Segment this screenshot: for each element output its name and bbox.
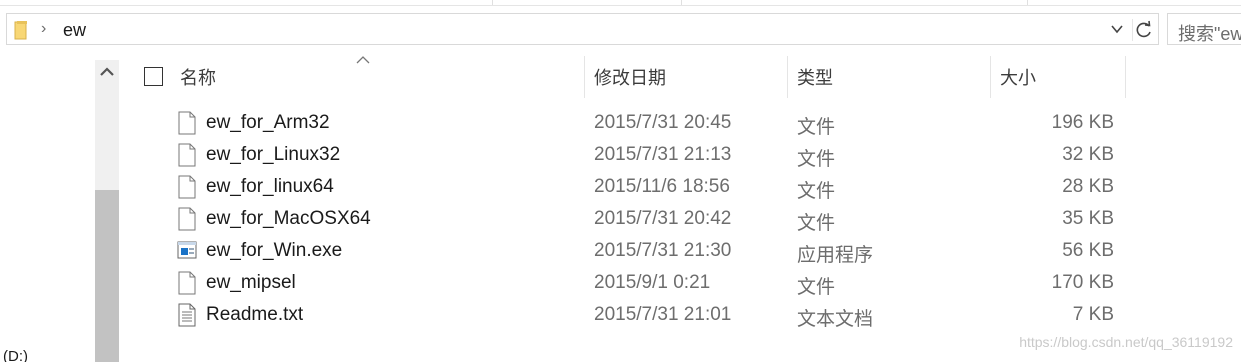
scrollbar-thumb[interactable] [95,190,119,362]
select-all-checkbox[interactable] [144,67,163,86]
file-name: ew_for_Arm32 [206,112,330,133]
file-size: 28 KB [1062,176,1114,197]
sort-ascending-icon [356,56,370,64]
refresh-button[interactable] [1132,19,1154,41]
file-row[interactable]: ew_for_Arm32 2015/7/31 20:45 文件 196 KB [120,107,1241,139]
blank-file-icon [177,175,197,199]
ribbon-bottom-edge [0,0,1241,6]
file-row[interactable]: ew_for_Win.exe 2015/7/31 21:30 应用程序 56 K… [120,235,1241,267]
column-header-type[interactable]: 类型 [797,64,833,90]
file-size: 170 KB [1051,272,1114,293]
blank-file-icon [177,207,197,231]
column-header-name[interactable]: 名称 [180,64,216,90]
file-row[interactable]: ew_for_linux64 2015/11/6 18:56 文件 28 KB [120,171,1241,203]
search-placeholder: 搜索"ew [1178,24,1241,44]
file-name: ew_for_Win.exe [206,240,343,261]
file-type: 文件 [797,117,836,138]
scroll-up-arrow-icon[interactable] [95,60,119,84]
search-input[interactable]: 搜索"ew [1167,13,1241,45]
file-row[interactable]: ew_for_MacOSX64 2015/7/31 20:42 文件 35 KB [120,203,1241,235]
file-date-modified: 2015/7/31 21:01 [594,304,732,325]
file-name: ew_for_MacOSX64 [206,208,371,229]
blank-file-icon [177,143,197,167]
column-header-row: 名称 修改日期 类型 大小 [120,56,1241,98]
file-size: 32 KB [1062,144,1114,165]
file-type: 文件 [797,277,836,298]
breadcrumb-current-folder[interactable]: ew [63,20,86,41]
file-date-modified: 2015/9/1 0:21 [594,272,711,293]
file-size: 56 KB [1062,240,1114,261]
file-type: 文件 [797,149,836,170]
file-name: Readme.txt [206,304,304,325]
file-name: ew_for_Linux32 [206,144,341,165]
file-row[interactable]: ew_mipsel 2015/9/1 0:21 文件 170 KB [120,267,1241,299]
file-date-modified: 2015/11/6 18:56 [594,176,730,197]
file-type: 应用程序 [797,245,874,266]
file-type: 文件 [797,181,836,202]
file-date-modified: 2015/7/31 20:42 [594,208,732,229]
column-divider[interactable] [584,56,585,98]
file-type: 文件 [797,213,836,234]
column-divider[interactable] [787,56,788,98]
navigation-scrollbar[interactable] [95,60,119,362]
file-date-modified: 2015/7/31 21:13 [594,144,732,165]
column-header-date-modified[interactable]: 修改日期 [594,64,666,90]
exe-app-icon [177,239,197,263]
ribbon-separator [1027,0,1028,5]
file-date-modified: 2015/7/31 21:30 [594,240,732,261]
folder-icon [14,21,27,40]
ribbon-separator [681,0,682,5]
address-bar[interactable]: › ew [6,13,1159,45]
address-history-chevron-down-icon[interactable] [1110,22,1124,36]
file-size: 196 KB [1051,112,1114,133]
text-document-icon [177,303,197,327]
file-row[interactable]: ew_for_Linux32 2015/7/31 21:13 文件 32 KB [120,139,1241,171]
column-divider[interactable] [1125,56,1126,98]
ribbon-separator [492,0,493,5]
refresh-icon [1136,20,1151,38]
file-size: 35 KB [1062,208,1114,229]
breadcrumb-chevron-icon[interactable]: › [41,20,46,38]
watermark-text: https://blog.csdn.net/qq_36119192 [1019,334,1233,350]
blank-file-icon [177,111,197,135]
column-divider[interactable] [990,56,991,98]
file-size: 7 KB [1072,304,1114,325]
column-header-size[interactable]: 大小 [1000,64,1036,90]
file-date-modified: 2015/7/31 20:45 [594,112,732,133]
blank-file-icon [177,271,197,295]
navigation-pane: (D:) [0,52,120,362]
file-row[interactable]: Readme.txt 2015/7/31 21:01 文本文档 7 KB [120,299,1241,331]
file-name: ew_for_linux64 [206,176,334,197]
file-name: ew_mipsel [206,272,296,293]
file-type: 文本文档 [797,309,874,330]
nav-drive-label[interactable]: (D:) [3,348,28,362]
